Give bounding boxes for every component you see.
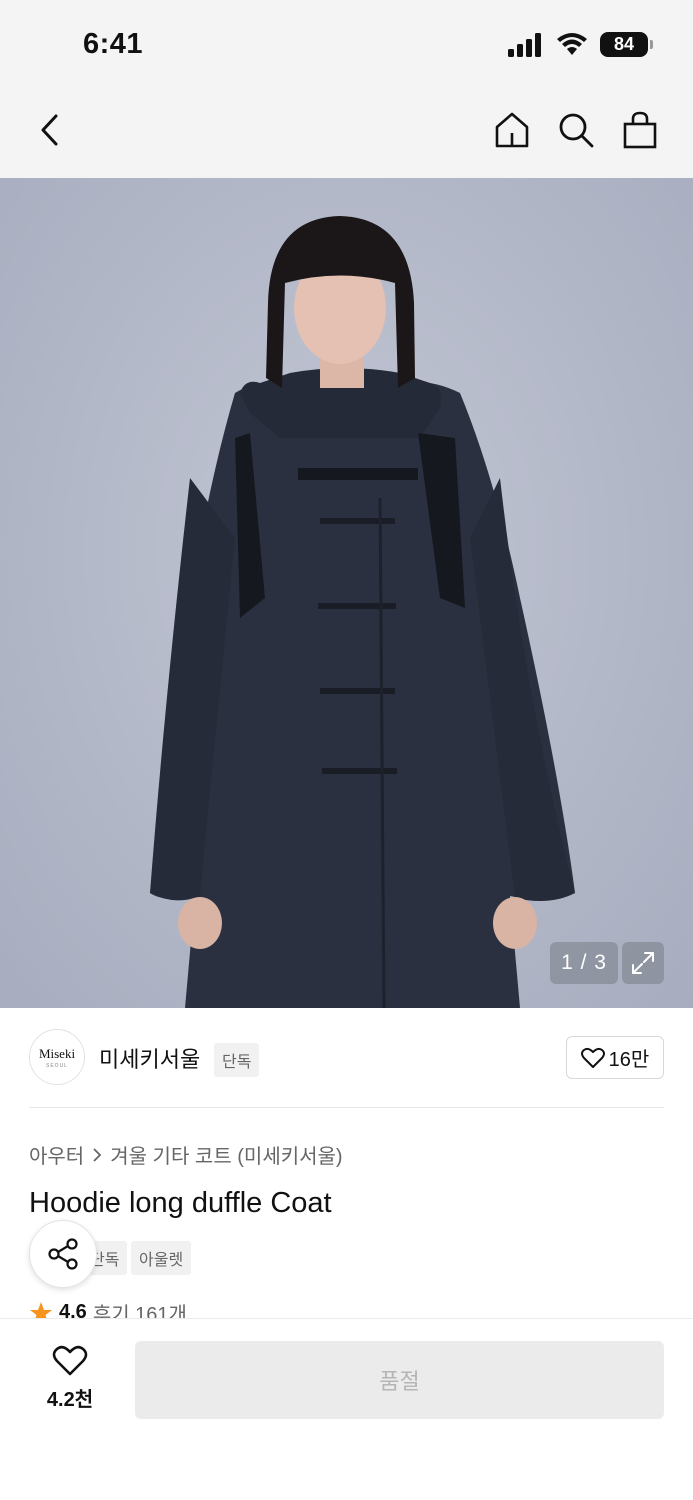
breadcrumb-item[interactable]: 아우터: [29, 1140, 84, 1169]
share-button[interactable]: [29, 1220, 97, 1288]
expand-icon: [632, 952, 654, 974]
product-tag-outlet: 아울렛: [131, 1241, 192, 1275]
breadcrumb-item[interactable]: 겨울 기타 코트 (미세키서울): [110, 1140, 342, 1169]
back-button[interactable]: [28, 108, 72, 152]
wifi-icon: [557, 32, 587, 55]
brand-name[interactable]: 미세키서울: [99, 1042, 200, 1074]
status-icons: 84: [508, 32, 653, 57]
brand-logo-subtext: SEOUL: [46, 1062, 68, 1069]
brand-like-count: 16만: [608, 1049, 650, 1071]
expand-button[interactable]: [622, 942, 664, 984]
chevron-right-icon: [93, 1147, 102, 1162]
product-photo: [150, 216, 575, 1008]
battery-icon: 84: [600, 32, 653, 57]
wishlist-count: 4.2천: [46, 1389, 94, 1411]
home-button[interactable]: [490, 108, 534, 152]
heart-icon: [52, 1345, 88, 1376]
product-title: Hoodie long duffle Coat: [29, 1187, 332, 1219]
exclusive-tag: 단독: [214, 1043, 260, 1077]
brand-logo[interactable]: Miseki SEOUL: [29, 1029, 85, 1085]
status-time: 6:41: [83, 28, 144, 60]
cart-button[interactable]: [618, 108, 662, 152]
shopping-bag-icon: [623, 111, 657, 149]
share-icon: [48, 1238, 78, 1270]
chevron-left-icon: [41, 114, 58, 146]
brand-like-button[interactable]: 16만: [566, 1036, 664, 1079]
top-bar: 6:41 84: [0, 0, 693, 178]
bottom-action-bar: 4.2천 품절: [0, 1318, 693, 1500]
heart-icon: [580, 1047, 605, 1068]
breadcrumb: 아우터 겨울 기타 코트 (미세키서울): [29, 1140, 343, 1169]
home-icon: [495, 112, 529, 148]
signal-icon: [508, 32, 541, 57]
search-button[interactable]: [554, 108, 598, 152]
search-icon: [559, 113, 594, 148]
divider: [29, 1107, 664, 1108]
brand-logo-text: Miseki: [38, 1045, 76, 1061]
sold-out-button[interactable]: 품절: [135, 1341, 664, 1419]
wishlist-button[interactable]: 4.2천: [30, 1345, 110, 1412]
image-counter: 1 / 3: [550, 942, 618, 984]
product-image[interactable]: [0, 178, 693, 1008]
